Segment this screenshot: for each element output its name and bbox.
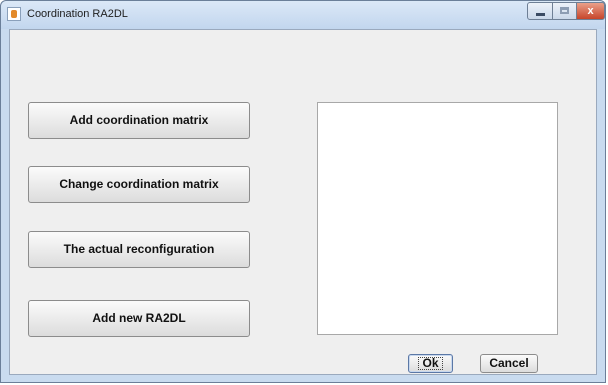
actual-reconfiguration-button[interactable]: The actual reconfiguration: [28, 231, 250, 268]
close-icon: x: [587, 5, 594, 17]
add-new-ra2dl-button[interactable]: Add new RA2DL: [28, 300, 250, 337]
minimize-button[interactable]: [527, 2, 553, 20]
cancel-button[interactable]: Cancel: [480, 354, 538, 373]
maximize-button[interactable]: [552, 2, 577, 20]
app-window: Coordination RA2DL x Add coordination ma…: [0, 0, 606, 383]
content-pane: Add coordination matrix Change coordinat…: [9, 29, 597, 375]
ok-label: Ok: [418, 357, 443, 370]
add-coordination-matrix-button[interactable]: Add coordination matrix: [28, 102, 250, 139]
ok-button[interactable]: Ok: [408, 354, 453, 373]
java-app-icon: [7, 7, 21, 21]
title-bar[interactable]: Coordination RA2DL x: [1, 1, 605, 29]
close-button[interactable]: x: [576, 2, 605, 20]
window-title: Coordination RA2DL: [27, 8, 128, 20]
change-coordination-matrix-button[interactable]: Change coordination matrix: [28, 166, 250, 203]
output-panel[interactable]: [317, 102, 558, 335]
